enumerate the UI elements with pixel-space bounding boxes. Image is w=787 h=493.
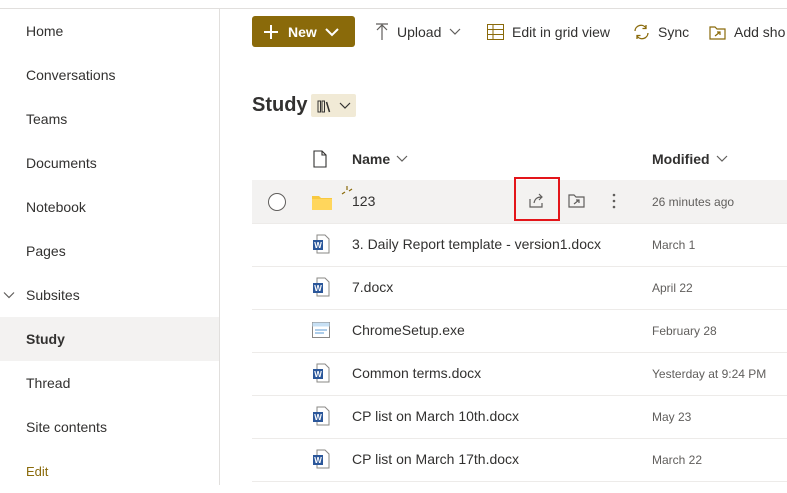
modified-date: 26 minutes ago [652, 195, 735, 209]
edit-grid-view-button[interactable]: Edit in grid view [487, 16, 610, 47]
library-title: Study [252, 94, 308, 116]
nav-item-documents[interactable]: Documents [0, 141, 219, 185]
word-doc-icon: W [313, 277, 330, 297]
share-icon[interactable] [528, 191, 546, 209]
table-row[interactable]: ChromeSetup.exe February 28 [252, 309, 787, 353]
nav-item-home[interactable]: Home [0, 9, 219, 53]
grid-icon [487, 23, 504, 40]
view-options-button[interactable] [311, 94, 356, 117]
add-shortcut-button[interactable]: Add sho [709, 16, 785, 47]
word-doc-icon: W [313, 449, 330, 469]
chevron-down-icon [339, 102, 350, 109]
svg-text:W: W [314, 284, 322, 293]
svg-text:W: W [314, 241, 322, 250]
chevron-down-icon [396, 155, 408, 162]
add-shortcut-label: Add sho [734, 23, 786, 40]
nav-item-label: Teams [26, 111, 68, 127]
nav-item-subsites[interactable]: Subsites [0, 273, 219, 317]
table-row[interactable]: W CP list on March 17th.docx March 22 [252, 438, 787, 482]
modified-date: April 22 [652, 281, 693, 295]
name-column-header[interactable]: Name [352, 141, 408, 177]
word-doc-icon: W [313, 234, 330, 254]
exe-file-icon [312, 322, 330, 338]
chevron-down-icon [325, 27, 339, 36]
table-row[interactable]: W CP list on March 10th.docx May 23 [252, 395, 787, 439]
table-row[interactable]: W Common terms.docx Yesterday at 9:24 PM [252, 352, 787, 396]
file-name[interactable]: 3. Daily Report template - version1.docx [352, 236, 601, 252]
nav-item-site-contents[interactable]: Site contents [0, 405, 219, 449]
svg-text:W: W [314, 456, 322, 465]
name-column-label: Name [352, 151, 391, 167]
svg-text:W: W [314, 370, 322, 379]
table-row[interactable]: W 3. Daily Report template - version1.do… [252, 223, 787, 267]
row-select-radio[interactable] [268, 193, 286, 211]
file-name[interactable]: Common terms.docx [352, 365, 481, 381]
file-name[interactable]: CP list on March 17th.docx [352, 451, 519, 467]
file-type-header-icon[interactable] [313, 150, 327, 168]
upload-icon [376, 22, 388, 40]
chevron-down-icon [716, 155, 727, 162]
chevron-down-icon [449, 28, 461, 35]
nav-item-thread[interactable]: Thread [0, 361, 219, 405]
nav-item-label: Edit [26, 463, 49, 479]
library-view-icon [317, 100, 330, 112]
nav-item-notebook[interactable]: Notebook [0, 185, 219, 229]
sync-button[interactable]: Sync [633, 16, 689, 47]
nav-item-pages[interactable]: Pages [0, 229, 219, 273]
nav-item-study[interactable]: Study [0, 317, 219, 361]
nav-item-label: Pages [26, 243, 66, 259]
more-actions-icon[interactable] [606, 190, 622, 212]
nav-item-label: Home [26, 23, 64, 39]
command-bar: New Upload Edit in grid view Sync Add sh… [220, 9, 787, 53]
nav-item-teams[interactable]: Teams [0, 97, 219, 141]
nav-edit-link[interactable]: Edit [0, 449, 219, 493]
new-button-label: New [288, 23, 317, 40]
modified-date: May 23 [652, 410, 692, 424]
chevron-down-icon[interactable] [3, 289, 15, 301]
plus-icon [264, 24, 278, 39]
modified-date: March 1 [652, 238, 696, 252]
nav-item-label: Notebook [26, 199, 86, 215]
sync-label: Sync [658, 23, 690, 40]
modified-date: March 22 [652, 453, 703, 467]
add-shortcut-icon [709, 25, 726, 40]
modified-column-label: Modified [652, 151, 710, 167]
edit-grid-label: Edit in grid view [512, 23, 611, 40]
word-doc-icon: W [313, 363, 330, 383]
upload-label: Upload [397, 23, 442, 40]
svg-text:W: W [314, 413, 322, 422]
sync-icon [634, 24, 649, 39]
modified-date: February 28 [652, 324, 717, 338]
nav-item-label: Thread [26, 375, 71, 391]
nav-item-conversations[interactable]: Conversations [0, 53, 219, 97]
nav-item-label: Site contents [26, 419, 107, 435]
file-name[interactable]: ChromeSetup.exe [352, 322, 465, 338]
file-name[interactable]: 123 [352, 193, 375, 209]
folder-icon [312, 196, 332, 210]
modified-column-header[interactable]: Modified [652, 141, 728, 177]
site-navigation: Home Conversations Teams Documents Noteb… [0, 9, 220, 485]
nav-item-label: Conversations [26, 67, 116, 83]
table-row[interactable]: 123 26 minutes ago [252, 177, 787, 224]
nav-item-label: Documents [26, 155, 97, 171]
new-button[interactable]: New [252, 16, 355, 47]
add-shortcut-icon[interactable] [568, 192, 586, 208]
upload-button[interactable]: Upload [375, 16, 461, 47]
modified-date: Yesterday at 9:24 PM [652, 367, 767, 381]
top-divider [0, 0, 787, 9]
nav-item-label: Subsites [26, 287, 80, 303]
file-name[interactable]: CP list on March 10th.docx [352, 408, 519, 424]
table-row[interactable]: W 7.docx April 22 [252, 266, 787, 310]
word-doc-icon: W [313, 406, 330, 426]
file-name[interactable]: 7.docx [352, 279, 393, 295]
nav-item-label: Study [26, 331, 65, 347]
